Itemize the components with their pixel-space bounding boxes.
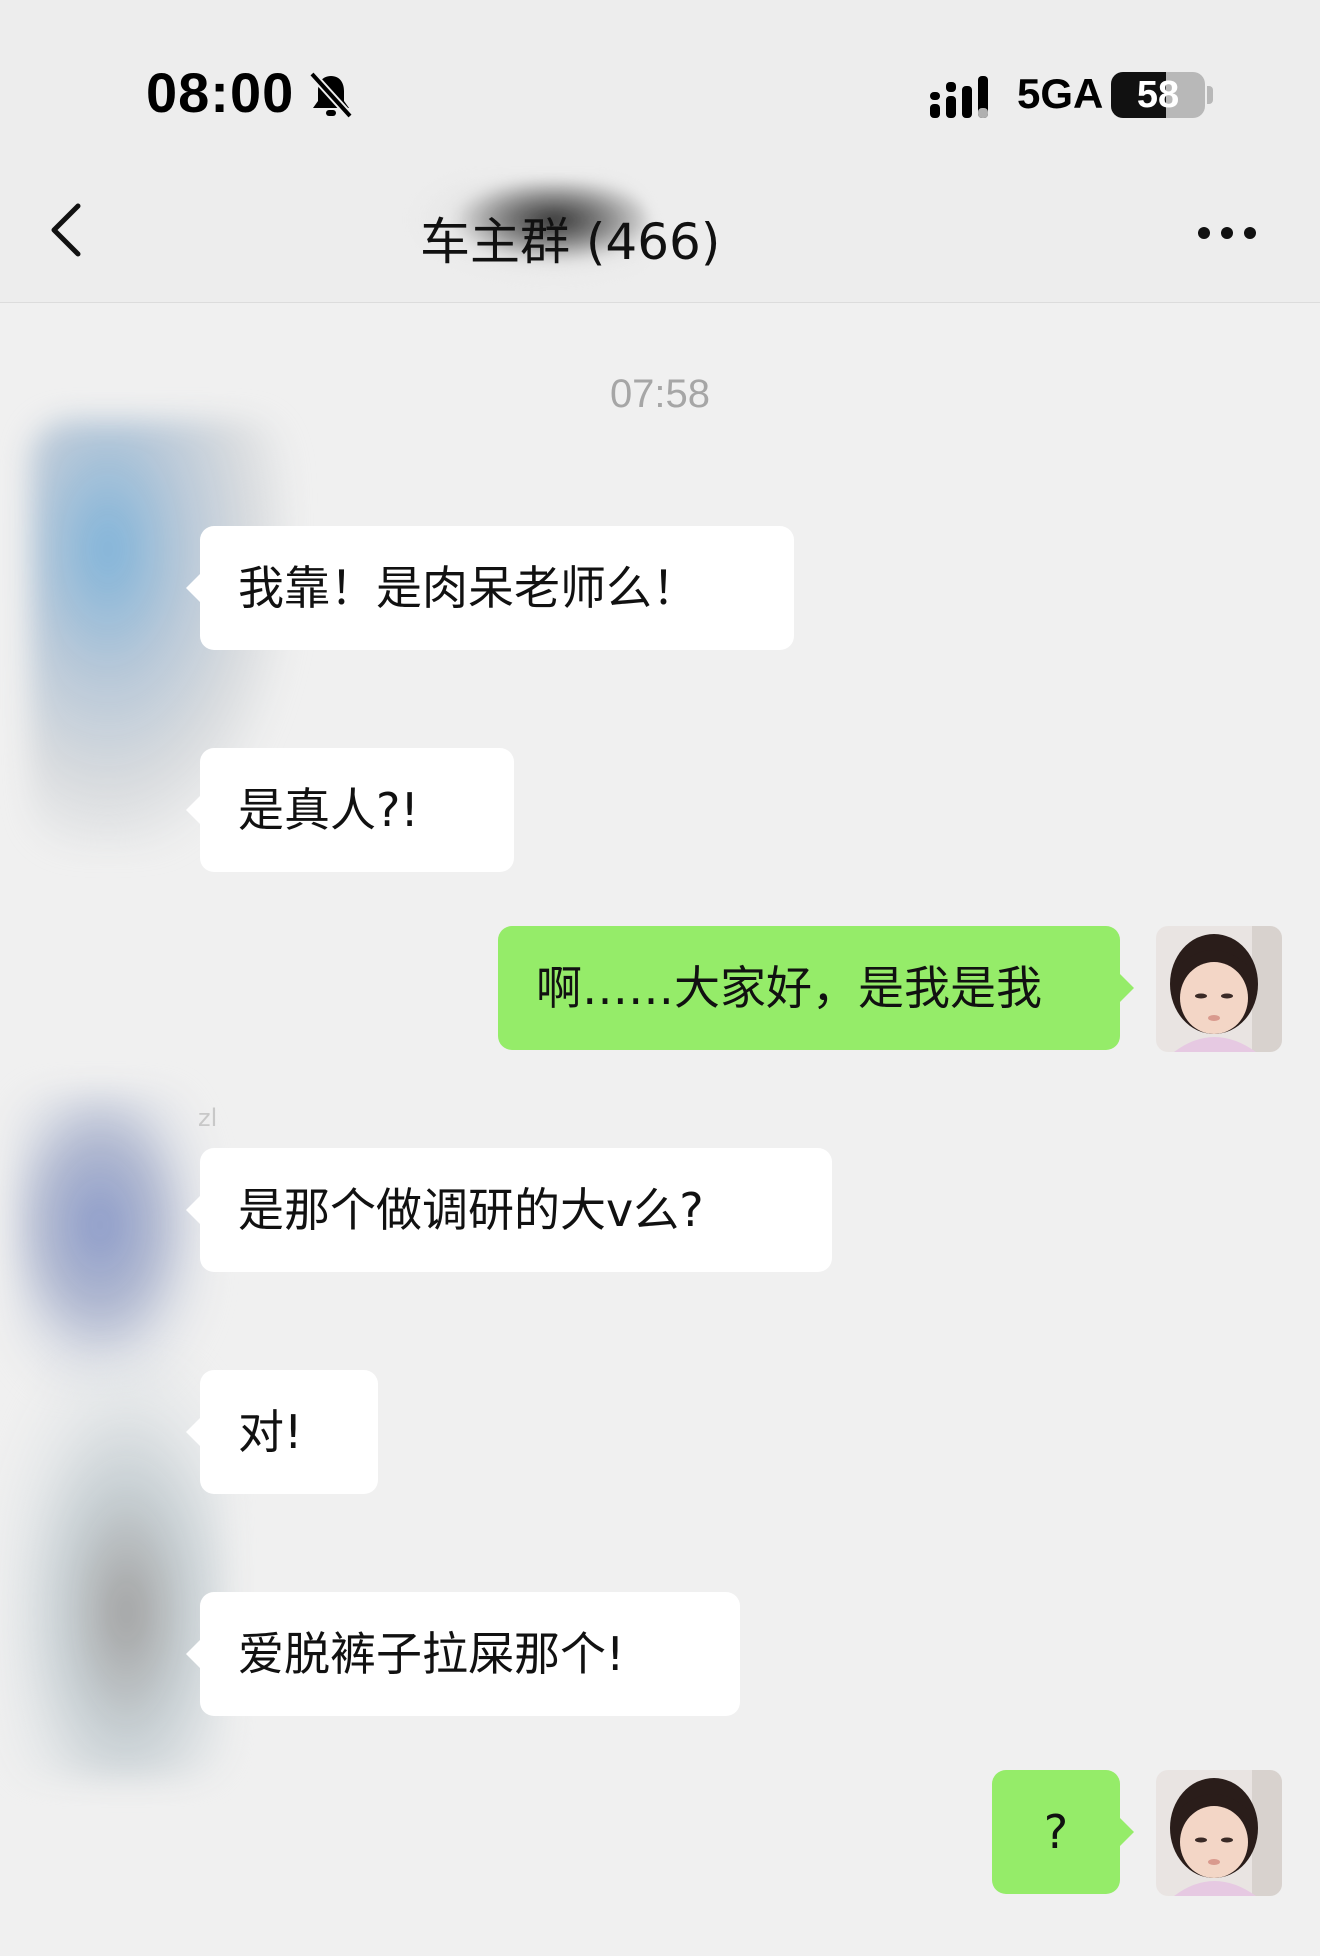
avatar-self-image — [1156, 1770, 1282, 1896]
message-text: 是那个做调研的大v么? — [238, 1183, 704, 1237]
message-bubble-self[interactable]: ? — [992, 1770, 1134, 1894]
message-text: 啊……大家好，是我是我 — [536, 961, 1042, 1015]
message-bubble[interactable]: 是那个做调研的大v么? — [186, 1148, 832, 1272]
ellipsis-icon[interactable] — [1192, 218, 1262, 248]
message-bubble[interactable]: 对! — [186, 1370, 378, 1494]
status-bar: 08:00 5GA 58 — [0, 0, 1320, 150]
message-text: ? — [1043, 1805, 1069, 1859]
nav-bar: 车主群 (466) — [0, 150, 1320, 303]
message-bubble-self[interactable]: 啊……大家好，是我是我 — [498, 926, 1134, 1050]
network-type: 5GA — [1017, 70, 1104, 117]
battery-indicator: 58 — [1111, 72, 1205, 118]
avatar-self[interactable] — [1156, 1770, 1282, 1896]
battery-percent: 58 — [1136, 74, 1180, 116]
message-text: 我靠！是肉呆老师么！ — [238, 561, 698, 615]
message-text: 爱脱裤子拉屎那个! — [238, 1627, 625, 1681]
message-text: 对! — [238, 1405, 303, 1459]
cellular-signal-icon — [930, 76, 988, 118]
sender-name: zl — [198, 1104, 218, 1132]
avatar-blurred-2[interactable] — [10, 1090, 210, 1390]
message-bubble[interactable]: 我靠！是肉呆老师么！ — [186, 526, 794, 650]
status-time: 08:00 — [146, 61, 295, 124]
message-timestamp: 07:58 — [609, 372, 711, 416]
avatar-self-image — [1156, 926, 1282, 1052]
bell-slash-icon — [309, 71, 353, 119]
battery-tip — [1207, 86, 1213, 104]
avatar-self[interactable] — [1156, 926, 1282, 1052]
message-bubble[interactable]: 爱脱裤子拉屎那个! — [186, 1592, 740, 1716]
message-text: 是真人?! — [238, 783, 419, 837]
chat-screen: 08:00 5GA 58 车主群 (466) 07:58 zl 我靠！是肉呆老师… — [0, 0, 1320, 1956]
message-bubble[interactable]: 是真人?! — [186, 748, 514, 872]
chevron-left-icon[interactable] — [40, 200, 96, 260]
chat-title: 车主群 (466) — [420, 213, 721, 271]
